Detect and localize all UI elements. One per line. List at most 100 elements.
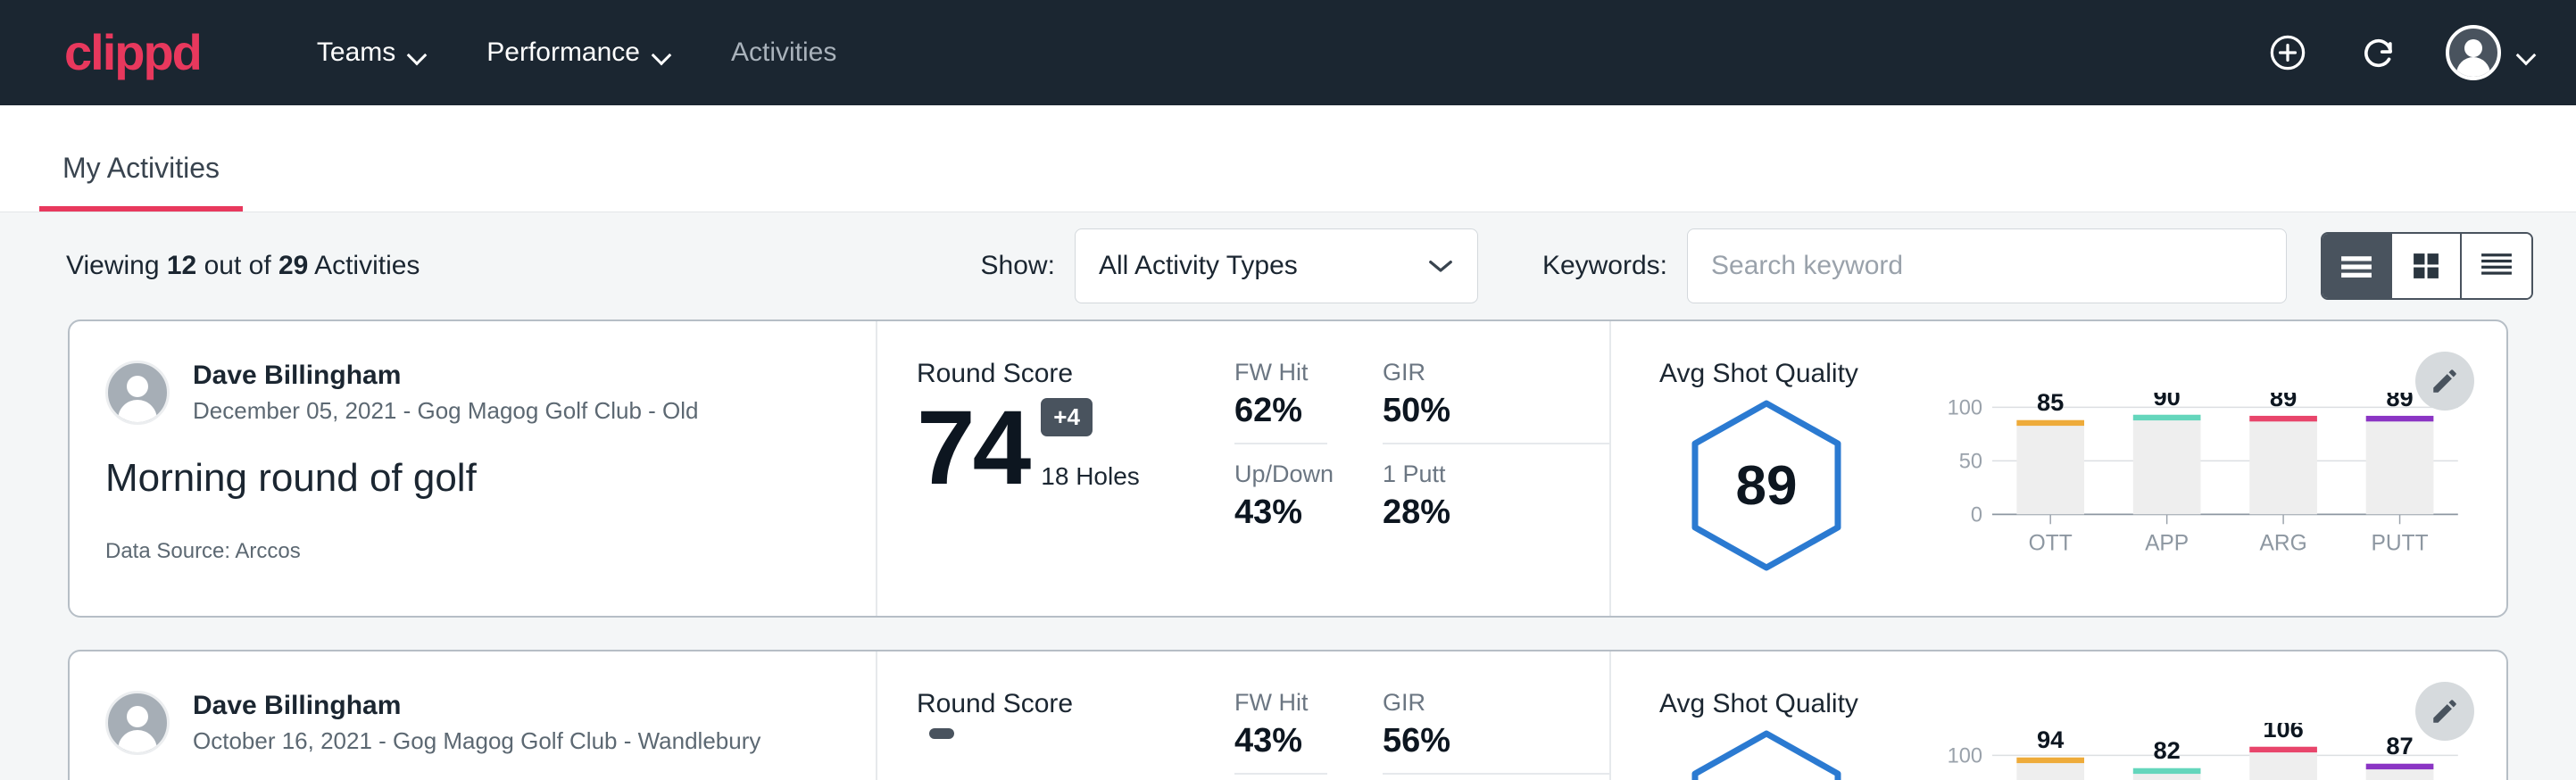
stat-fw-hit: FW Hit 43% bbox=[1234, 689, 1327, 775]
chevron-down-icon bbox=[652, 48, 670, 58]
account-menu[interactable] bbox=[2446, 25, 2535, 80]
activity-stats: FW Hit 62% GIR 50% Up/Down 43% 1 Putt 28… bbox=[1234, 321, 1609, 616]
svg-text:APP: APP bbox=[2145, 531, 2189, 555]
list-view-button[interactable] bbox=[2323, 234, 2392, 298]
viewing-middle: out of bbox=[204, 251, 271, 280]
svg-text:106: 106 bbox=[2263, 723, 2304, 743]
activity-title: Morning round of golf bbox=[105, 456, 840, 502]
top-navbar: clippd Teams Performance Activities bbox=[0, 0, 2576, 105]
shot-quality-bar-chart: 05010085OTT90APP89ARG89PUTT bbox=[1897, 393, 2506, 571]
shot-quality-chart: 05010094OTT82APP106ARG87PUTT bbox=[1874, 723, 2506, 780]
activity-summary: Dave Billingham December 05, 2021 - Gog … bbox=[70, 321, 877, 616]
avg-shot-quality-section: Avg Shot Quality 05010094OTT82APP106ARG8… bbox=[1609, 651, 2506, 780]
stat-value: 28% bbox=[1383, 494, 1609, 532]
list-lines-icon bbox=[2339, 252, 2374, 280]
pencil-icon bbox=[2430, 366, 2460, 396]
round-score-label: Round Score bbox=[917, 689, 1234, 719]
nav-item-activities[interactable]: Activities bbox=[701, 29, 867, 77]
hexagon-icon bbox=[1688, 728, 1845, 780]
add-activity-button[interactable] bbox=[2264, 29, 2312, 77]
stat-value: 56% bbox=[1383, 722, 1609, 760]
plus-circle-icon bbox=[2267, 32, 2308, 73]
viewing-count: 12 bbox=[167, 251, 196, 280]
svg-text:90: 90 bbox=[2153, 393, 2180, 411]
score-differential-badge bbox=[929, 728, 954, 739]
stat-value: 43% bbox=[1234, 494, 1327, 532]
nav-item-teams-label: Teams bbox=[317, 37, 395, 68]
grid-view-button[interactable] bbox=[2392, 234, 2462, 298]
avg-shot-quality-label: Avg Shot Quality bbox=[1659, 359, 2506, 389]
score-differential-badge: +4 bbox=[1041, 398, 1093, 436]
nav-item-performance[interactable]: Performance bbox=[456, 29, 701, 77]
refresh-icon bbox=[2359, 33, 2398, 72]
filter-bar: Viewing 12 out of 29 Activities Show: Al… bbox=[0, 212, 2576, 319]
stat-label: GIR bbox=[1383, 359, 1609, 386]
svg-text:100: 100 bbox=[1948, 397, 1982, 420]
keywords-label: Keywords: bbox=[1542, 251, 1667, 281]
activity-summary: Dave Billingham October 16, 2021 - Gog M… bbox=[70, 651, 877, 780]
stat-label: 1 Putt bbox=[1383, 461, 1609, 488]
shot-quality-score: 89 bbox=[1659, 393, 1874, 573]
round-score-label: Round Score bbox=[917, 359, 1234, 389]
chevron-down-icon bbox=[1427, 251, 1454, 281]
chevron-down-icon bbox=[2517, 48, 2535, 58]
compact-lines-icon bbox=[2479, 251, 2514, 281]
activity-card[interactable]: Dave Billingham October 16, 2021 - Gog M… bbox=[68, 650, 2508, 780]
avatar bbox=[2446, 25, 2501, 80]
clippd-logo[interactable]: clippd bbox=[64, 28, 201, 78]
svg-text:82: 82 bbox=[2153, 736, 2180, 764]
svg-text:50: 50 bbox=[1959, 451, 1982, 474]
tab-my-activities[interactable]: My Activities bbox=[39, 152, 243, 212]
svg-text:89: 89 bbox=[2386, 393, 2413, 411]
nav-item-performance-label: Performance bbox=[486, 37, 640, 68]
edit-activity-button[interactable] bbox=[2415, 682, 2474, 741]
stat-fw-hit: FW Hit 62% bbox=[1234, 359, 1327, 444]
activity-user: Dave Billingham October 16, 2021 - Gog M… bbox=[105, 689, 840, 756]
view-mode-toggle bbox=[2321, 232, 2533, 300]
activity-type-select[interactable]: All Activity Types bbox=[1075, 228, 1478, 303]
shot-quality-bar-chart: 05010094OTT82APP106ARG87PUTT bbox=[1897, 723, 2506, 780]
stat-one-putt: 1 Putt 28% bbox=[1383, 461, 1609, 544]
viewing-count-text: Viewing 12 out of 29 Activities bbox=[66, 251, 420, 281]
search-input[interactable] bbox=[1687, 228, 2287, 303]
svg-text:94: 94 bbox=[2037, 726, 2065, 753]
data-source: Data Source: Arccos bbox=[105, 539, 840, 564]
stat-label: FW Hit bbox=[1234, 689, 1327, 717]
avg-shot-quality-body: 89 05010085OTT90APP89ARG89PUTT bbox=[1659, 393, 2506, 576]
avatar bbox=[105, 691, 170, 755]
compact-view-button[interactable] bbox=[2462, 234, 2531, 298]
round-score-value-row bbox=[917, 728, 1234, 746]
stat-up-down: Up/Down 43% bbox=[1234, 461, 1327, 544]
activity-card[interactable]: Dave Billingham December 05, 2021 - Gog … bbox=[68, 319, 2508, 618]
viewing-prefix: Viewing bbox=[66, 251, 160, 280]
stat-value: 50% bbox=[1383, 392, 1609, 430]
svg-text:87: 87 bbox=[2386, 732, 2413, 759]
shot-quality-chart: 05010085OTT90APP89ARG89PUTT bbox=[1874, 393, 2506, 576]
activity-stats: FW Hit 43% GIR 56% bbox=[1234, 651, 1609, 780]
filter-controls: Show: All Activity Types Keywords: bbox=[981, 228, 2533, 303]
navbar-actions bbox=[2264, 25, 2535, 80]
stat-label: GIR bbox=[1383, 689, 1609, 717]
grid-squares-icon bbox=[2409, 251, 2443, 281]
shot-quality-score bbox=[1659, 723, 1874, 780]
pencil-icon bbox=[2430, 696, 2460, 726]
viewing-suffix: Activities bbox=[314, 251, 420, 280]
activity-meta: October 16, 2021 - Gog Magog Golf Club -… bbox=[193, 726, 760, 757]
stat-value: 62% bbox=[1234, 392, 1327, 430]
tab-my-activities-label: My Activities bbox=[62, 152, 220, 184]
svg-text:0: 0 bbox=[1971, 504, 1982, 527]
edit-activity-button[interactable] bbox=[2415, 352, 2474, 411]
avg-shot-quality-body: 05010094OTT82APP106ARG87PUTT bbox=[1659, 723, 2506, 780]
avg-shot-quality-label: Avg Shot Quality bbox=[1659, 689, 2506, 719]
svg-text:100: 100 bbox=[1948, 745, 1982, 768]
holes-played: 18 Holes bbox=[1041, 462, 1140, 491]
viewing-total: 29 bbox=[278, 251, 308, 280]
round-score-section: Round Score 74 +4 18 Holes bbox=[877, 321, 1234, 616]
activity-type-select-value: All Activity Types bbox=[1099, 251, 1298, 281]
svg-text:ARG: ARG bbox=[2260, 531, 2307, 555]
avg-shot-quality-value: 89 bbox=[1736, 454, 1798, 518]
nav-item-activities-label: Activities bbox=[731, 37, 836, 68]
refresh-button[interactable] bbox=[2355, 29, 2403, 77]
svg-text:PUTT: PUTT bbox=[2372, 531, 2429, 555]
nav-item-teams[interactable]: Teams bbox=[287, 29, 456, 77]
